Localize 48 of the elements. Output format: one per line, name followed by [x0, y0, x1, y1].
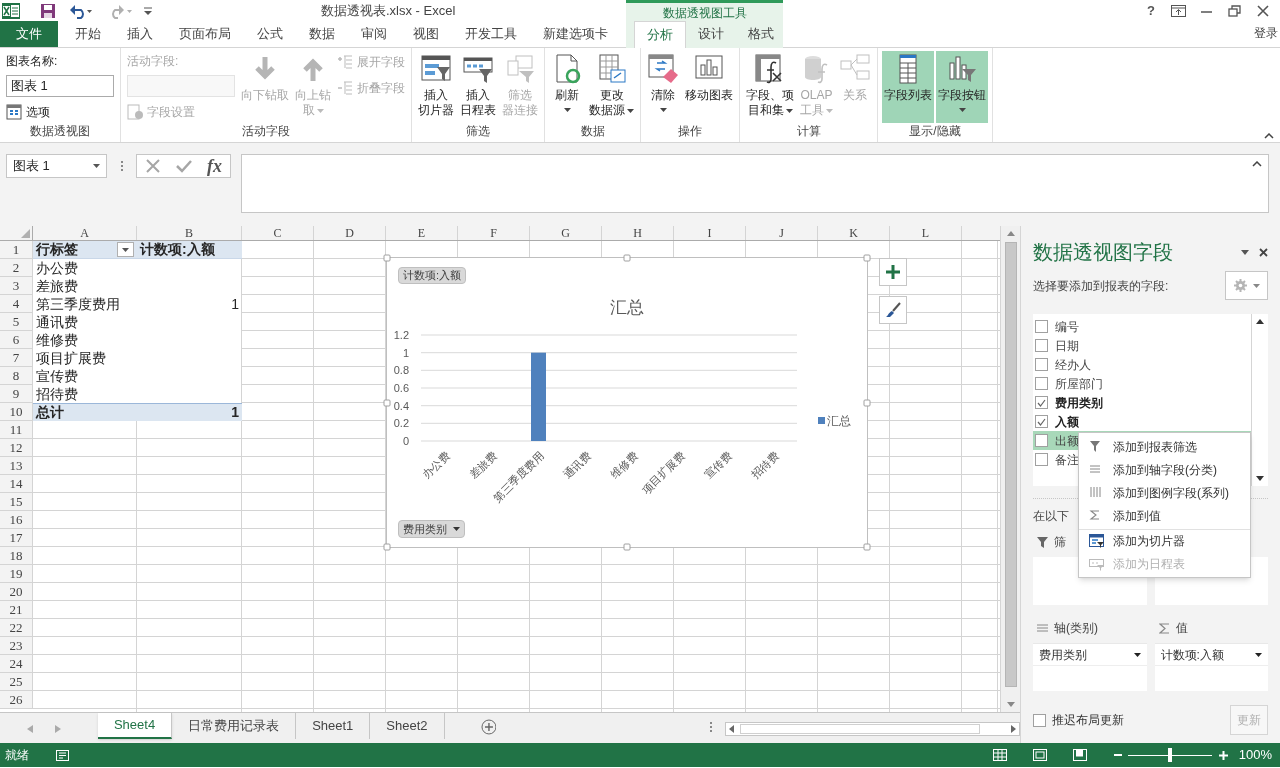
drag-hint-text: 在以下 [1033, 508, 1070, 523]
axis-tick-label: 1 [402, 346, 409, 359]
axis-tick-label: 0.4 [393, 399, 409, 412]
axis-category-label: 维修费 [608, 448, 640, 481]
status-text: 就绪 [5, 747, 29, 764]
axis-tick-label: 0 [402, 435, 409, 447]
axis-category-label: 办公费 [420, 448, 452, 481]
field-label: 活动字段: [127, 53, 180, 70]
table-cell: 维修费 [36, 331, 78, 349]
pane-subtitle: 选择要添加到报表的字段: [1033, 277, 1169, 295]
legend-label: 汇总 [827, 414, 851, 428]
table-cell: 1 [231, 295, 239, 313]
axis-category-label: 差旅费 [467, 448, 499, 481]
table-cell: 1 [231, 404, 239, 421]
group-label: 操作 [677, 124, 703, 140]
table-cell: 行标签 [36, 241, 78, 258]
context-tab-label: 数据透视图工具 [626, 0, 783, 22]
table-cell: 差旅费 [36, 277, 78, 295]
axis-category-label: 通讯费 [561, 448, 593, 481]
axis-category-label: 招待费 [749, 448, 781, 481]
group-label: 活动字段 [241, 124, 291, 140]
window-title: 数据透视表.xlsx - Excel [321, 2, 456, 21]
axis-category-label: 项目扩展费 [639, 448, 687, 497]
area-label: 轴(类别) [1054, 620, 1098, 637]
table-cell: 宣传费 [36, 367, 78, 385]
area-label: 值 [1175, 620, 1188, 637]
group-label: 数据透视图 [29, 124, 91, 140]
group-label: 数据 [579, 124, 606, 140]
field-label: 图表名称: [6, 53, 59, 70]
axis-tick-label: 0.8 [393, 364, 409, 377]
group-label: 显示/隐藏 [908, 124, 962, 140]
table-cell: 招待费 [36, 385, 78, 403]
table-cell: 办公费 [36, 259, 78, 277]
table-cell: 通讯费 [36, 313, 78, 331]
axis-tick-label: 0.2 [393, 417, 409, 430]
table-cell: 总计 [36, 404, 64, 421]
group-label: 计算 [795, 124, 822, 140]
pane-title: 数据透视图字段 [1033, 240, 1173, 265]
group-label: 筛选 [465, 124, 491, 140]
table-cell: 第三季度费用 [36, 295, 120, 313]
chart-title: 汇总 [610, 298, 644, 317]
table-cell: 项目扩展费 [36, 349, 106, 367]
area-label: 筛 [1054, 534, 1066, 551]
axis-tick-label: 1.2 [393, 329, 409, 341]
checkbox-label: 推迟布局更新 [1052, 712, 1124, 729]
axis-category-label: 宣传费 [702, 448, 734, 481]
table-cell: 计数项:入额 [140, 241, 215, 258]
axis-tick-label: 0.6 [393, 382, 409, 394]
